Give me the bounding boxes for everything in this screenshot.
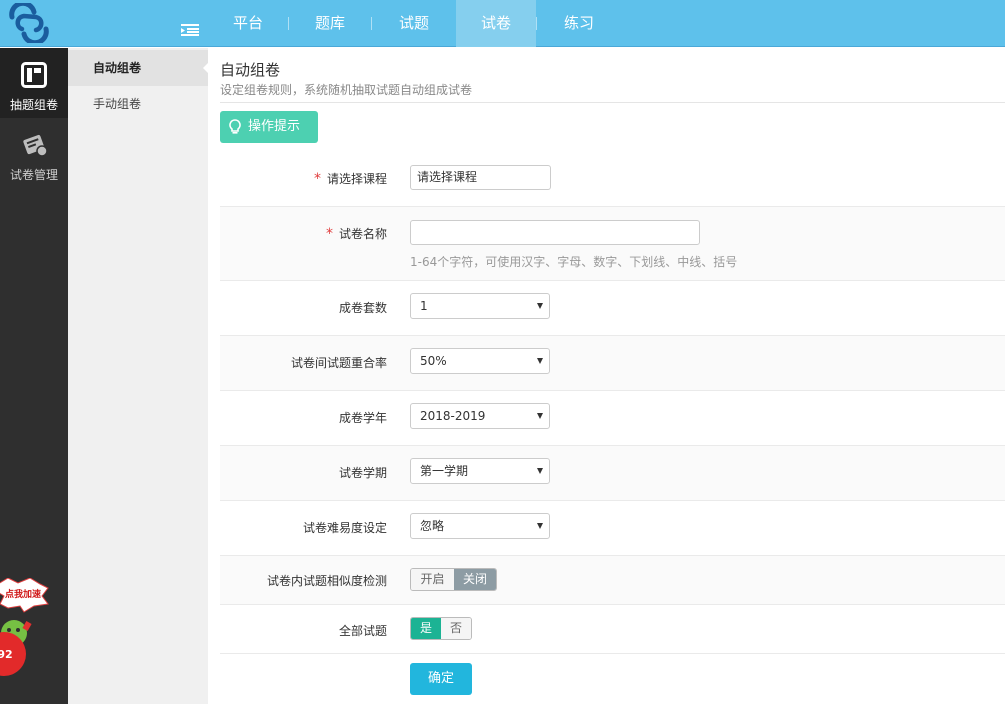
- dropdown-arrow-icon: [537, 523, 543, 529]
- dropdown-arrow-icon: [537, 413, 543, 419]
- course-label: * 请选择课程: [313, 171, 387, 187]
- all-questions-yes-option[interactable]: 是: [411, 618, 441, 639]
- page-description: 设定组卷规则，系统随机抽取试题自动组成试卷: [220, 83, 473, 97]
- subnav-item-manual-compose[interactable]: 手动组卷: [68, 86, 208, 122]
- form-row-difficulty: 试卷难易度设定 忽略: [220, 501, 1005, 556]
- dropdown-arrow-icon: [537, 468, 543, 474]
- all-questions-toggle: 是 否: [410, 617, 472, 640]
- form-row-semester: 试卷学期 第一学期: [220, 446, 1005, 501]
- lightbulb-icon: [229, 119, 241, 134]
- nav-item-platform[interactable]: 平台: [208, 0, 288, 47]
- form-row-paper-name: * 试卷名称 1-64个字符，可使用汉字、字母、数字、下划线、中线、括号: [220, 207, 1005, 281]
- required-marker: *: [325, 226, 333, 242]
- all-questions-label: 全部试题: [338, 624, 387, 638]
- subnav-item-auto-compose[interactable]: 自动组卷: [68, 50, 209, 86]
- form-row-course: * 请选择课程 请选择课程: [220, 152, 1005, 207]
- speed-boost-label: 点我加速: [4, 590, 41, 600]
- overlap-rate-select[interactable]: 50%: [410, 348, 550, 374]
- paper-name-label: * 试卷名称: [325, 226, 387, 242]
- form-row-similarity-check: 试卷内试题相似度检测 开启 关闭: [220, 556, 1005, 605]
- sidebar-item-draw-questions[interactable]: 抽题组卷: [0, 48, 68, 118]
- page-title: 自动组卷: [220, 61, 281, 79]
- speed-boost-number: 92: [0, 648, 13, 661]
- dropdown-arrow-icon: [537, 303, 543, 309]
- operation-tip-label: 操作提示: [248, 119, 301, 134]
- similarity-check-label: 试卷内试题相似度检测: [266, 574, 387, 588]
- difficulty-select[interactable]: 忽略: [410, 513, 550, 539]
- paper-name-hint: 1-64个字符，可使用汉字、字母、数字、下划线、中线、括号: [410, 255, 738, 269]
- course-selector[interactable]: 请选择课程: [410, 165, 551, 190]
- confirm-button[interactable]: 确定: [410, 663, 472, 695]
- school-year-label: 成卷学年: [338, 411, 387, 425]
- overlap-rate-label: 试卷间试题重合率: [290, 356, 387, 370]
- sidebar-item-label: 试卷管理: [9, 168, 58, 182]
- logo-icon[interactable]: [6, 3, 52, 43]
- layout-icon: [21, 62, 47, 88]
- paper-stack-icon: [23, 134, 48, 157]
- semester-label: 试卷学期: [338, 466, 387, 480]
- similarity-off-option[interactable]: 关闭: [454, 569, 496, 590]
- semester-select[interactable]: 第一学期: [410, 458, 550, 484]
- school-year-select[interactable]: 2018-2019: [410, 403, 550, 429]
- sidebar-item-label: 抽题组卷: [9, 98, 58, 112]
- form-row-paper-count: 成卷套数 1: [220, 281, 1005, 336]
- form-row-school-year: 成卷学年 2018-2019: [220, 391, 1005, 446]
- similarity-on-option[interactable]: 开启: [411, 569, 454, 590]
- all-questions-no-option[interactable]: 否: [441, 618, 471, 639]
- form-row-overlap-rate: 试卷间试题重合率 50%: [220, 336, 1005, 391]
- difficulty-label: 试卷难易度设定: [302, 521, 387, 535]
- required-marker: *: [313, 171, 321, 187]
- sidebar-item-paper-management[interactable]: 试卷管理: [0, 118, 68, 188]
- paper-count-select[interactable]: 1: [410, 293, 550, 319]
- sub-navigation: 自动组卷 手动组卷: [68, 48, 209, 704]
- main-nav: 平台 题库 试题 试卷 练习: [208, 0, 621, 47]
- paper-count-label: 成卷套数: [338, 301, 387, 315]
- form-row-all-questions: 全部试题 是 否: [220, 605, 1005, 654]
- nav-item-practice[interactable]: 练习: [537, 0, 621, 47]
- menu-toggle-icon[interactable]: [181, 23, 199, 37]
- nav-item-questions[interactable]: 试题: [372, 0, 456, 47]
- nav-item-papers[interactable]: 试卷: [456, 0, 536, 47]
- top-navigation-bar: 平台 题库 试题 试卷 练习: [0, 0, 1005, 47]
- dropdown-arrow-icon: [537, 358, 543, 364]
- main-content: 自动组卷 设定组卷规则，系统随机抽取试题自动组成试卷 操作提示 * 请选择课程 请…: [208, 48, 1005, 704]
- left-sidebar: 抽题组卷 试卷管理 点我加速 92: [0, 48, 68, 704]
- similarity-check-toggle: 开启 关闭: [410, 568, 497, 591]
- title-divider: [220, 102, 1005, 103]
- paper-name-input[interactable]: [410, 220, 700, 245]
- nav-item-question-bank[interactable]: 题库: [289, 0, 371, 47]
- operation-tip-button[interactable]: 操作提示: [220, 111, 318, 143]
